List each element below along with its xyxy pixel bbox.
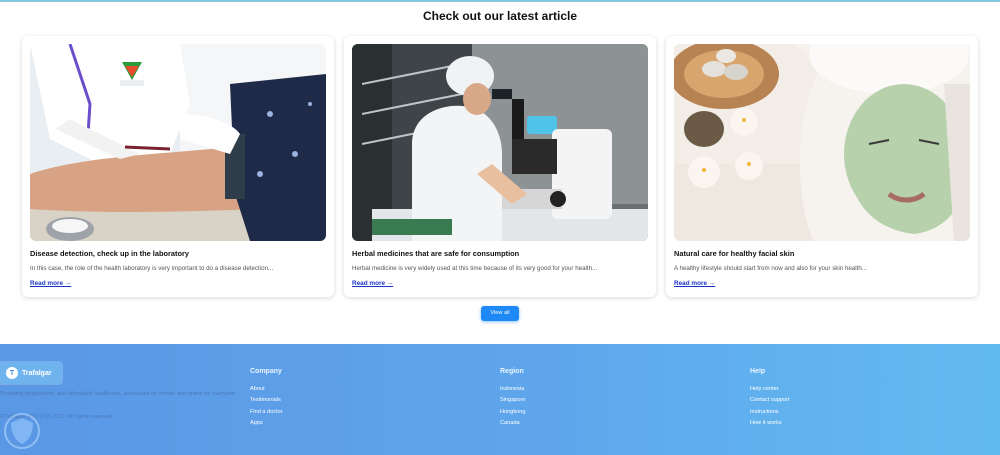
footer-link-instructions[interactable]: Instructions: [750, 407, 790, 418]
article-description: Herbal medicine is very widely used at t…: [352, 265, 598, 272]
footer-tagline: Providing progressive, and affordable he…: [0, 391, 236, 397]
article-image-skin: [674, 44, 970, 241]
article-card-lab[interactable]: Disease detection, check up in the labor…: [22, 36, 334, 297]
top-divider: [0, 0, 1000, 2]
article-title[interactable]: Herbal medicines that are safe for consu…: [352, 249, 519, 258]
read-more-link[interactable]: Read more →: [30, 280, 71, 287]
site-footer: T Trafalgar Providing progressive, and a…: [0, 344, 1000, 455]
footer-link-singapore[interactable]: Singapore: [500, 395, 526, 406]
read-more-link[interactable]: Read more →: [352, 280, 393, 287]
shield-icon: [4, 413, 40, 449]
section-title: Check out our latest article: [422, 9, 578, 23]
footer-link-testimonials[interactable]: Testimonials: [250, 395, 283, 406]
footer-link-contact-support[interactable]: Contact support: [750, 395, 790, 406]
article-card-herbal[interactable]: Herbal medicines that are safe for consu…: [344, 36, 656, 297]
footer-link-hongkong[interactable]: Hongkong: [500, 407, 526, 418]
read-more-link[interactable]: Read more →: [674, 280, 715, 287]
article-title[interactable]: Disease detection, check up in the labor…: [30, 249, 189, 258]
view-all-button[interactable]: View all: [481, 306, 519, 321]
footer-link-apps[interactable]: Apps: [250, 418, 283, 429]
brand-name: Trafalgar: [22, 369, 52, 377]
article-title[interactable]: Natural care for healthy facial skin: [674, 249, 794, 258]
footer-column-company: Company About Testimonials Find a doctor…: [250, 368, 283, 429]
footer-column-heading: Help: [750, 368, 766, 375]
article-description: A healthy lifestyle should start from no…: [674, 265, 867, 272]
article-image-lab: [30, 44, 326, 241]
footer-column-help: Help Help center Contact support Instruc…: [750, 368, 790, 429]
article-image-herbal: [352, 44, 648, 241]
footer-column-heading: Company: [250, 368, 282, 375]
footer-link-indonesia[interactable]: Indonesia: [500, 384, 526, 395]
brand-logo-icon: T: [6, 367, 18, 379]
footer-link-find-doctor[interactable]: Find a doctor: [250, 407, 283, 418]
footer-link-help-center[interactable]: Help center: [750, 384, 790, 395]
footer-link-canada[interactable]: Canada: [500, 418, 526, 429]
footer-link-how-it-works[interactable]: How it works: [750, 418, 790, 429]
footer-link-about[interactable]: About: [250, 384, 283, 395]
footer-column-heading: Region: [500, 368, 524, 375]
footer-brand[interactable]: T Trafalgar: [0, 362, 62, 384]
article-card-skin[interactable]: Natural care for healthy facial skin A h…: [666, 36, 978, 297]
footer-column-region: Region Indonesia Singapore Hongkong Cana…: [500, 368, 526, 429]
article-description: In this case, the role of the health lab…: [30, 265, 274, 272]
